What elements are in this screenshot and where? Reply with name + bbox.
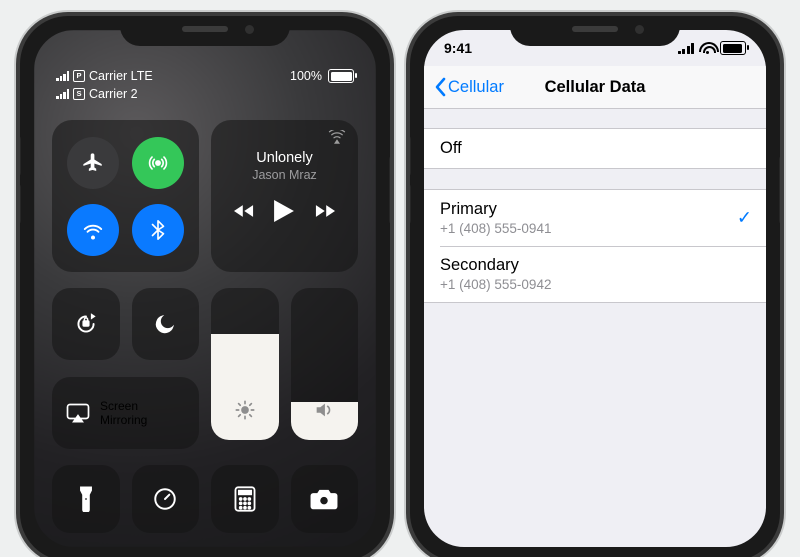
airplane-icon — [82, 152, 104, 174]
option-primary-number: +1 (408) 555-0941 — [440, 221, 750, 236]
sim-primary-badge: P — [73, 70, 85, 82]
camera-icon — [310, 488, 338, 510]
battery-icon — [328, 69, 354, 83]
connectivity-tile[interactable] — [52, 120, 199, 272]
status-bar: P Carrier LTE S Carrier 2 100% — [56, 68, 354, 102]
calculator-button[interactable] — [211, 465, 279, 533]
volume-up-button — [16, 136, 21, 176]
orientation-lock-toggle[interactable] — [52, 288, 120, 360]
antenna-icon — [147, 152, 169, 174]
carrier-1-row: P Carrier LTE — [56, 68, 153, 84]
volume-up-button — [406, 136, 411, 176]
options-list: Off Primary +1 (408) 555-0941 ✓ Secondar… — [424, 128, 766, 303]
battery-percent: 100% — [290, 68, 322, 84]
chevron-left-icon — [434, 77, 446, 97]
option-primary-label: Primary — [440, 200, 750, 219]
prev-track-button[interactable] — [234, 203, 256, 224]
wifi-icon — [82, 219, 104, 241]
option-off-label: Off — [440, 139, 750, 158]
airplay-video-icon — [66, 403, 90, 423]
power-button — [389, 156, 394, 224]
camera-dot — [245, 25, 254, 34]
speaker-icon — [313, 399, 335, 426]
camera-dot — [635, 25, 644, 34]
navigation-bar: Cellular Cellular Data — [424, 66, 766, 109]
do-not-disturb-toggle[interactable] — [132, 288, 200, 360]
carrier-1-label: Carrier LTE — [89, 68, 153, 84]
speaker — [572, 26, 618, 32]
back-button[interactable]: Cellular — [434, 66, 504, 108]
checkmark-icon: ✓ — [737, 208, 752, 229]
control-center-grid: Unlonely Jason Mraz — [52, 120, 358, 537]
screen-mirroring-label: Screen Mirroring — [100, 399, 147, 427]
flashlight-button[interactable] — [52, 465, 120, 533]
timer-button[interactable] — [132, 465, 200, 533]
phone-settings: 9:41 Cellular Cellular Data Off — [406, 12, 784, 557]
calculator-icon — [234, 486, 256, 512]
option-secondary-number: +1 (408) 555-0942 — [440, 277, 750, 292]
play-button[interactable] — [274, 200, 294, 227]
track-title: Unlonely — [225, 150, 344, 166]
speaker — [182, 26, 228, 32]
signal-bars-icon — [678, 43, 695, 54]
signal-bars-icon — [56, 89, 69, 99]
brightness-slider[interactable] — [211, 288, 279, 440]
now-playing-tile[interactable]: Unlonely Jason Mraz — [211, 120, 358, 272]
carrier-2-row: S Carrier 2 — [56, 86, 153, 102]
power-button — [779, 156, 784, 224]
option-primary[interactable]: Primary +1 (408) 555-0941 ✓ — [424, 190, 766, 246]
settings-screen: 9:41 Cellular Cellular Data Off — [424, 30, 766, 547]
sun-icon — [234, 399, 256, 426]
control-center-screen: P Carrier LTE S Carrier 2 100% — [34, 30, 376, 547]
moon-icon — [153, 312, 177, 336]
airplane-mode-toggle[interactable] — [67, 137, 119, 189]
timer-icon — [152, 486, 178, 512]
page-title: Cellular Data — [545, 78, 646, 97]
battery-icon — [720, 41, 746, 55]
carrier-2-label: Carrier 2 — [89, 86, 138, 102]
signal-bars-icon — [56, 71, 69, 81]
volume-slider[interactable] — [291, 288, 359, 440]
flashlight-icon — [78, 486, 94, 512]
cellular-data-toggle[interactable] — [132, 137, 184, 189]
volume-down-button — [16, 184, 21, 224]
option-secondary[interactable]: Secondary +1 (408) 555-0942 — [424, 246, 766, 302]
status-time: 9:41 — [444, 40, 472, 56]
track-artist: Jason Mraz — [225, 168, 344, 182]
phone-control-center: P Carrier LTE S Carrier 2 100% — [16, 12, 394, 557]
bluetooth-icon — [147, 219, 169, 241]
wifi-icon — [699, 42, 715, 54]
next-track-button[interactable] — [313, 203, 335, 224]
bluetooth-toggle[interactable] — [132, 204, 184, 256]
rotation-lock-icon — [73, 311, 99, 337]
camera-button[interactable] — [291, 465, 359, 533]
sim-secondary-badge: S — [73, 88, 85, 100]
screen-mirroring-button[interactable]: Screen Mirroring — [52, 377, 199, 449]
volume-down-button — [406, 184, 411, 224]
back-label: Cellular — [448, 78, 504, 97]
wifi-toggle[interactable] — [67, 204, 119, 256]
airplay-audio-icon[interactable] — [328, 130, 346, 149]
option-secondary-label: Secondary — [440, 256, 750, 275]
option-off[interactable]: Off — [424, 129, 766, 168]
